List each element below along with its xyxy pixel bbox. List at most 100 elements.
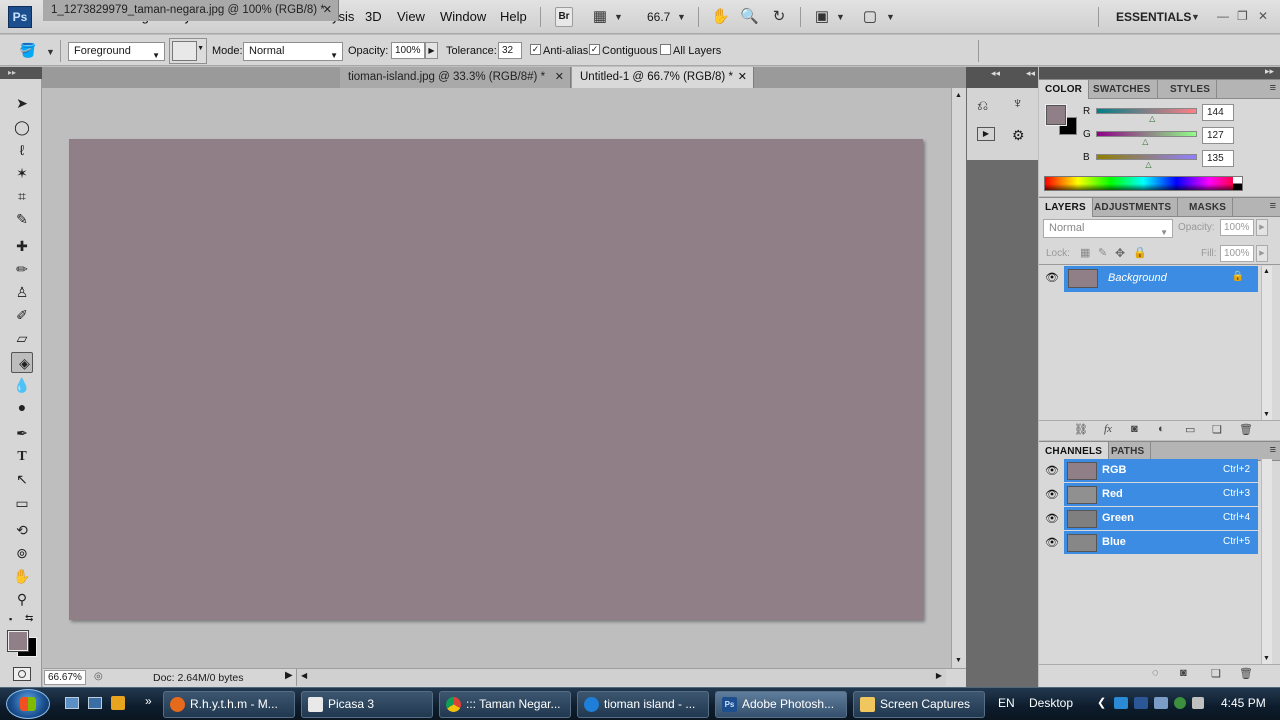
tab-layers[interactable]: LAYERS bbox=[1039, 198, 1093, 217]
minimize-icon[interactable]: — bbox=[1217, 9, 1229, 23]
scroll-down-icon[interactable]: ▼ bbox=[955, 657, 962, 664]
scroll-right-icon[interactable]: ▶ bbox=[936, 671, 942, 680]
taskbar-item-tioman-island[interactable]: tioman island - ... bbox=[577, 691, 709, 718]
start-button[interactable] bbox=[6, 689, 50, 719]
lock-position-icon[interactable]: ✥ bbox=[1115, 246, 1125, 260]
channel-row-green[interactable]: Green Ctrl+4 bbox=[1064, 507, 1258, 530]
channel-row-rgb[interactable]: RGB Ctrl+2 bbox=[1064, 459, 1258, 482]
collapse-icon[interactable]: ◂◂ bbox=[1026, 68, 1035, 79]
new-layer-icon[interactable]: ❏ bbox=[1212, 423, 1222, 436]
close-icon[interactable]: ✕ bbox=[738, 67, 747, 88]
chevron-down-icon[interactable]: ▼ bbox=[836, 12, 845, 22]
path-selection-tool-icon[interactable]: ↖ bbox=[11, 469, 33, 490]
panel-menu-icon[interactable]: ≡ bbox=[1270, 444, 1276, 456]
toolbox-collapse-icon[interactable]: ▸▸ bbox=[0, 67, 42, 79]
tab-tioman-island[interactable]: tioman-island.jpg @ 33.3% (RGB/8#) * ✕ bbox=[340, 67, 571, 88]
collapse-icon[interactable]: ◂◂ bbox=[991, 68, 1000, 79]
restore-icon[interactable]: ❐ bbox=[1237, 9, 1248, 23]
marquee-tool-icon[interactable]: ◯ bbox=[11, 117, 33, 138]
type-tool-icon[interactable]: T bbox=[11, 446, 33, 467]
3d-orbit-tool-icon[interactable]: ⊚ bbox=[11, 543, 33, 564]
brushes-panel-icon[interactable]: ♆ bbox=[1012, 95, 1023, 112]
red-slider-thumb[interactable]: △ bbox=[1149, 114, 1155, 123]
opacity-slider-button[interactable]: ▶ bbox=[425, 42, 438, 59]
tab-untitled-1[interactable]: Untitled-1 @ 66.7% (RGB/8) * ✕ bbox=[572, 67, 754, 88]
close-icon[interactable]: ✕ bbox=[323, 0, 332, 21]
zoom-percentage-field[interactable]: 66.67% bbox=[44, 670, 86, 685]
lock-all-icon[interactable]: 🔒 bbox=[1133, 246, 1147, 259]
brush-tool-icon[interactable]: ✏ bbox=[11, 259, 33, 280]
expand-icon[interactable]: ▸▸ bbox=[1265, 66, 1274, 77]
blur-tool-icon[interactable]: 💧 bbox=[11, 375, 33, 396]
language-indicator[interactable]: EN bbox=[998, 696, 1015, 710]
layer-blend-mode-select[interactable]: Normal ▼ bbox=[1043, 219, 1173, 238]
taskbar-item-screen-captures[interactable]: Screen Captures bbox=[853, 691, 985, 718]
channel-row-red[interactable]: Red Ctrl+3 bbox=[1064, 483, 1258, 506]
arrange-documents-icon[interactable]: ▣ bbox=[813, 8, 831, 26]
channel-row-blue[interactable]: Blue Ctrl+5 bbox=[1064, 531, 1258, 554]
menu-3d[interactable]: 3D bbox=[365, 9, 382, 24]
magic-wand-tool-icon[interactable]: ✶ bbox=[11, 163, 33, 184]
eyedropper-tool-icon[interactable]: ✎ bbox=[11, 209, 33, 230]
panel-menu-icon[interactable]: ≡ bbox=[1270, 82, 1276, 94]
zoom-level[interactable]: 66.7 bbox=[647, 10, 670, 24]
fill-input[interactable]: 100% bbox=[1220, 245, 1254, 262]
tray-shield-icon[interactable] bbox=[1174, 697, 1186, 709]
channel-visibility-eye-icon[interactable]: 👁 bbox=[1044, 511, 1060, 527]
quick-launch-overflow-icon[interactable]: » bbox=[145, 694, 152, 708]
quick-launch-icon[interactable] bbox=[88, 697, 102, 709]
chevron-down-icon[interactable]: ▼ bbox=[886, 12, 895, 22]
tab-swatches[interactable]: SWATCHES bbox=[1087, 80, 1158, 99]
taskbar-item-rhythm[interactable]: R.h.y.t.h.m - M... bbox=[163, 691, 295, 718]
chevron-down-icon[interactable]: ▼ bbox=[677, 12, 686, 22]
status-menu-arrow-icon[interactable]: ▶ bbox=[285, 670, 293, 681]
green-slider-thumb[interactable]: △ bbox=[1142, 137, 1148, 146]
layers-scrollbar[interactable]: ▲ ▼ bbox=[1261, 266, 1272, 420]
layer-visibility-eye-icon[interactable]: 👁 bbox=[1044, 270, 1060, 286]
tab-masks[interactable]: MASKS bbox=[1183, 198, 1234, 217]
tolerance-input[interactable]: 32 bbox=[498, 42, 522, 59]
quick-mask-icon[interactable] bbox=[13, 667, 31, 681]
bridge-button[interactable]: Br bbox=[555, 7, 573, 27]
tab-styles[interactable]: STYLES bbox=[1164, 80, 1218, 99]
healing-brush-tool-icon[interactable]: ✚ bbox=[11, 236, 33, 257]
close-icon[interactable]: ✕ bbox=[1258, 9, 1268, 23]
scroll-down-icon[interactable]: ▼ bbox=[1263, 655, 1270, 662]
green-value-input[interactable]: 127 bbox=[1202, 127, 1234, 144]
network-icon[interactable] bbox=[1154, 697, 1168, 709]
lasso-tool-icon[interactable]: ℓ bbox=[11, 140, 33, 161]
move-tool-icon[interactable]: ➤ bbox=[11, 93, 33, 114]
default-colors-icon[interactable]: ▪ bbox=[9, 614, 12, 624]
close-icon[interactable]: ✕ bbox=[555, 67, 564, 88]
black-white-chip[interactable] bbox=[1233, 177, 1242, 190]
scroll-left-icon[interactable]: ◀ bbox=[301, 671, 307, 680]
paint-bucket-preset-icon[interactable]: 🪣 bbox=[19, 42, 36, 59]
media-player-icon[interactable] bbox=[111, 696, 125, 710]
chevron-down-icon[interactable]: ▼ bbox=[1191, 12, 1200, 22]
taskbar-item-taman-negara[interactable]: ::: Taman Negar... bbox=[439, 691, 571, 718]
scroll-up-icon[interactable]: ▲ bbox=[1263, 268, 1270, 275]
antialias-checkbox[interactable]: ✓ bbox=[530, 44, 541, 55]
fg-color-chip[interactable] bbox=[1045, 104, 1067, 126]
load-selection-icon[interactable]: ◌ bbox=[1152, 667, 1159, 679]
blue-slider-thumb[interactable]: △ bbox=[1145, 160, 1151, 169]
red-value-input[interactable]: 144 bbox=[1202, 104, 1234, 121]
show-desktop-icon[interactable] bbox=[65, 697, 79, 709]
zoom-tool-icon[interactable]: 🔍 bbox=[740, 8, 759, 26]
color-spectrum-ramp[interactable] bbox=[1044, 176, 1243, 191]
trash-icon[interactable]: 🗑 bbox=[1239, 423, 1253, 436]
fill-source-select[interactable]: Foreground ▼ bbox=[68, 42, 165, 61]
clock[interactable]: 4:45 PM bbox=[1221, 696, 1266, 710]
adjustment-layer-icon[interactable]: ◐ bbox=[1158, 423, 1165, 435]
volume-icon[interactable] bbox=[1192, 697, 1204, 709]
channel-visibility-eye-icon[interactable]: 👁 bbox=[1044, 535, 1060, 551]
workspace-switcher[interactable]: ESSENTIALS bbox=[1116, 10, 1191, 24]
layer-row-background[interactable]: Background 🔒 bbox=[1064, 266, 1258, 292]
taskbar-item-picasa[interactable]: Picasa 3 bbox=[301, 691, 433, 718]
link-layers-icon[interactable]: ⛓ bbox=[1074, 423, 1088, 436]
3d-rotate-tool-icon[interactable]: ⟲ bbox=[11, 520, 33, 541]
paint-bucket-tool-icon[interactable]: ◈ bbox=[11, 352, 33, 373]
desktop-toolbar[interactable]: Desktop bbox=[1029, 696, 1073, 710]
word-tray-icon[interactable] bbox=[1134, 697, 1148, 709]
channels-scrollbar[interactable]: ▼ bbox=[1261, 459, 1272, 664]
